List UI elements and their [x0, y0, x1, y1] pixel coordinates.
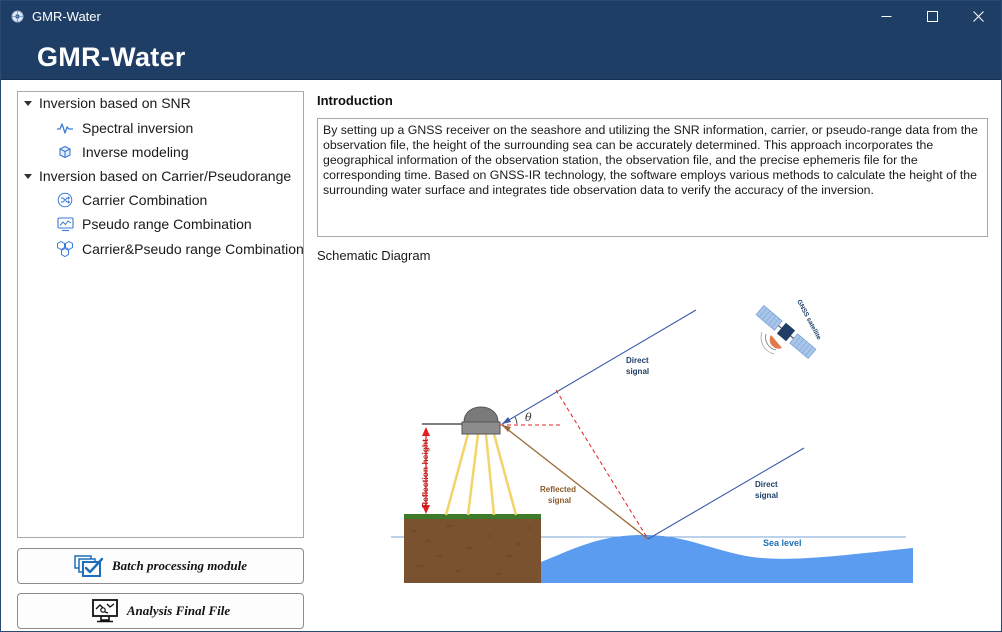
analysis-final-file-label: Analysis Final File [126, 603, 231, 618]
tree-item-label: Pseudo range Combination [82, 216, 252, 232]
title-bar[interactable]: GMR-Water [1, 1, 1001, 32]
direct-signal-label-2: Direct signal [755, 480, 778, 500]
minimize-icon [881, 16, 891, 17]
tree-item-label: Carrier Combination [82, 192, 208, 208]
tree-item-label: Carrier&Pseudo range Combination [82, 241, 304, 257]
close-icon [972, 11, 984, 22]
antenna-base [461, 421, 501, 435]
tree-group-snr[interactable]: Inversion based on SNR [18, 92, 191, 114]
reflected-signal-label: Reflected signal [540, 485, 576, 505]
reflection-height-label: Reflection height [420, 439, 430, 508]
schematic-diagram-label: Schematic Diagram [317, 248, 431, 263]
batch-checklist-icon [74, 555, 104, 577]
direct-signal-line-1 [501, 309, 697, 425]
close-button[interactable] [955, 1, 1001, 32]
analysis-final-file-button[interactable]: Analysis Final File [17, 593, 304, 629]
maximize-icon [926, 11, 938, 22]
tree-item-inverse-modeling[interactable]: Inverse modeling [56, 141, 189, 163]
sea-level-label: Sea level [763, 538, 802, 548]
introduction-text: By setting up a GNSS receiver on the sea… [317, 118, 988, 237]
antenna-dome [463, 406, 499, 423]
waveform-icon [56, 119, 74, 137]
tree-item-spectral-inversion[interactable]: Spectral inversion [56, 117, 193, 139]
window-title: GMR-Water [32, 9, 101, 24]
introduction-heading: Introduction [317, 93, 393, 108]
sea-water [541, 534, 913, 583]
app-logo-icon [11, 10, 24, 23]
navigation-tree[interactable]: Inversion based on SNR Spectral inversio… [17, 91, 304, 538]
maximize-button[interactable] [909, 1, 955, 32]
expand-caret-icon[interactable] [24, 173, 32, 179]
schematic-diagram: Reflection height Direct signal θ Reflect… [391, 299, 913, 583]
chart-monitor-icon [56, 215, 74, 233]
tree-item-label: Inverse modeling [82, 144, 189, 160]
tree-item-carrier-pseudo-range-combination[interactable]: Carrier&Pseudo range Combination [56, 238, 304, 260]
expand-caret-icon[interactable] [24, 100, 32, 106]
app-header-title: GMR-Water [37, 42, 186, 72]
tree-item-label: Spectral inversion [82, 120, 194, 136]
direct-signal-line-2 [647, 447, 805, 540]
direct-signal-label-1: Direct signal [626, 356, 649, 376]
grass-strip [404, 514, 541, 519]
cube-icon [56, 143, 74, 161]
minimize-button[interactable] [863, 1, 909, 32]
shuffle-circle-icon [56, 191, 74, 209]
hexagons-icon [56, 240, 74, 258]
batch-processing-label: Batch processing module [111, 558, 248, 573]
theta-label: θ [525, 411, 532, 424]
tree-group-carrier-pseudorange[interactable]: Inversion based on Carrier/Pseudorange [18, 165, 291, 187]
batch-processing-button[interactable]: Batch processing module [17, 548, 304, 584]
tree-group-label: Inversion based on SNR [39, 95, 191, 111]
tree-group-label: Inversion based on Carrier/Pseudorange [39, 168, 292, 184]
tree-item-carrier-combination[interactable]: Carrier Combination [56, 189, 207, 211]
antenna-beams [444, 433, 518, 516]
path-difference-dashed [555, 389, 649, 540]
soil-block [404, 517, 541, 583]
app-header: GMR-Water [1, 32, 1001, 80]
tree-item-pseudo-range-combination[interactable]: Pseudo range Combination [56, 213, 252, 235]
analysis-monitor-icon [91, 599, 118, 623]
app-window: GMR-Water GMR-Water Inversion based on S… [0, 0, 1002, 632]
